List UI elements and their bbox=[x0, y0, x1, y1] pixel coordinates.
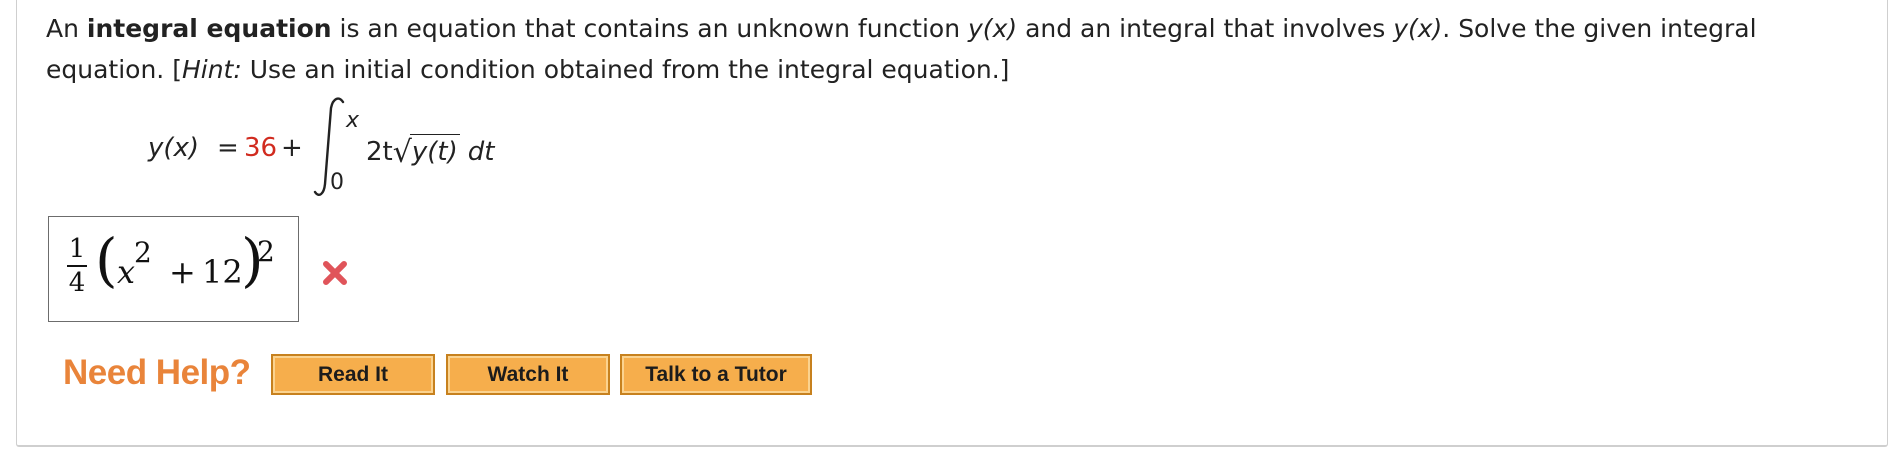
equation-constant: 36 bbox=[244, 133, 278, 163]
fraction-denominator: 4 bbox=[68, 267, 86, 298]
outer-exponent: 2 bbox=[257, 235, 275, 268]
read-it-button[interactable]: Read It bbox=[271, 354, 435, 395]
fraction-bar bbox=[67, 265, 87, 267]
radical-icon: √ bbox=[392, 135, 412, 170]
bold-term: integral equation bbox=[86, 14, 332, 43]
equation-lhs: y(x) bbox=[148, 133, 200, 163]
question-text-part: and an integral that involves bbox=[1017, 14, 1394, 43]
hint-text: Use an initial condition obtained from t… bbox=[241, 55, 1010, 84]
watch-it-button[interactable]: Watch It bbox=[446, 354, 610, 395]
answer-variable: x bbox=[117, 253, 136, 291]
differential: dt bbox=[467, 137, 495, 167]
incorrect-x-icon bbox=[323, 261, 347, 285]
upper-limit: x bbox=[346, 108, 360, 133]
plus-sign: + bbox=[281, 133, 303, 163]
open-paren: ( bbox=[95, 226, 118, 294]
hint-label: Hint: bbox=[181, 55, 242, 84]
question-text-part: An bbox=[46, 14, 87, 43]
equals-sign: = bbox=[217, 133, 239, 163]
fraction-numerator: 1 bbox=[68, 234, 86, 264]
answer-exponent: 2 bbox=[134, 236, 152, 269]
answer-input[interactable]: 1 4 ( x 2 + 12 ) 2 bbox=[48, 216, 299, 322]
fraction: 1 4 bbox=[67, 235, 87, 297]
question-text: An integral equation is an equation that… bbox=[46, 8, 1856, 90]
question-text-part: is an equation that contains an unknown … bbox=[331, 14, 969, 43]
coefficient: 2t bbox=[366, 137, 393, 167]
talk-to-tutor-button[interactable]: Talk to a Tutor bbox=[620, 354, 812, 395]
answer-constant: 12 bbox=[202, 253, 243, 291]
need-help-label: Need Help? bbox=[63, 353, 251, 392]
function-y-of-x: y(x) bbox=[1393, 14, 1443, 43]
function-y-of-x: y(x) bbox=[968, 14, 1018, 43]
integrand: 2t√y(t) dt bbox=[366, 133, 495, 170]
radicand: y(t) bbox=[409, 134, 460, 167]
lower-limit: 0 bbox=[330, 170, 344, 195]
answer-plus: + bbox=[169, 253, 196, 291]
